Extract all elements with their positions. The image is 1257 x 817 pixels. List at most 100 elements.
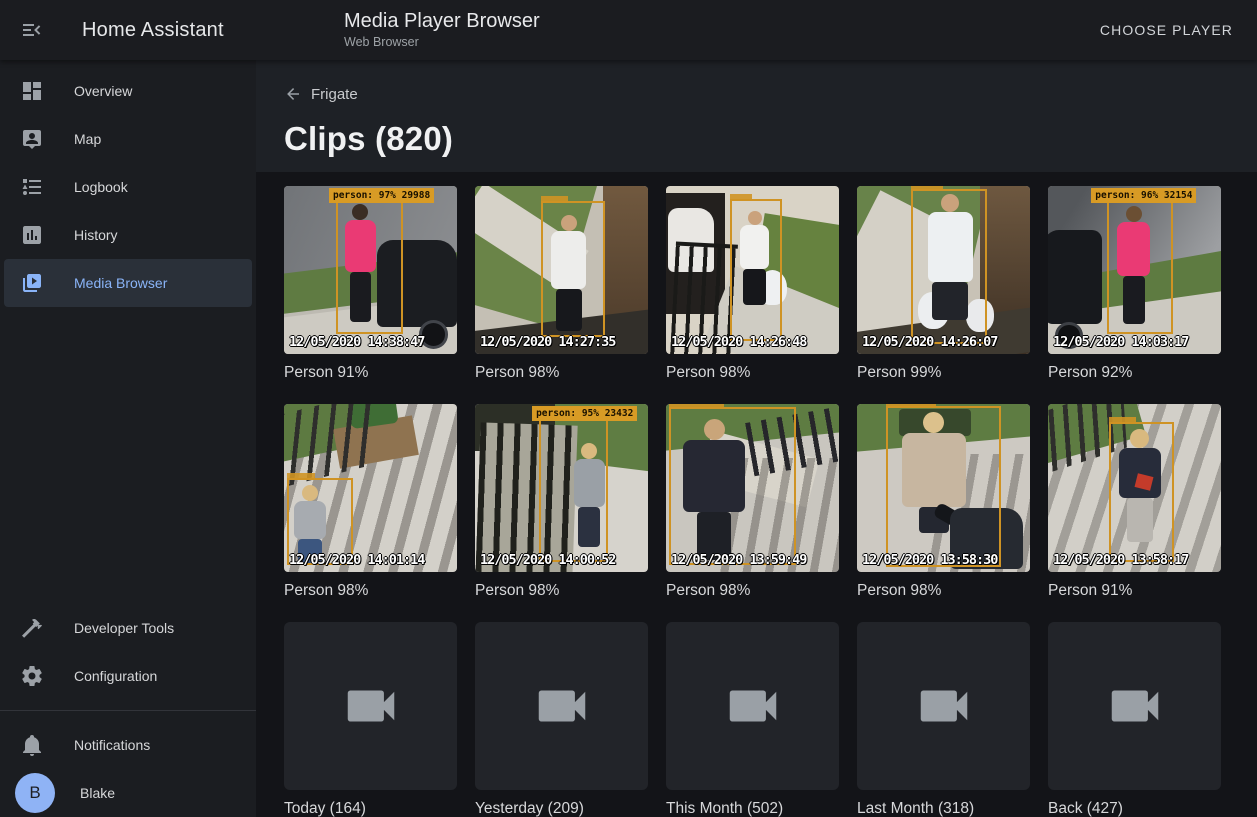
folder-tile [475, 622, 648, 790]
clip-card[interactable]: 12/05/2020 14:26:48 Person 98% [666, 186, 839, 382]
detection-label: person: 95% 23432 [532, 406, 637, 421]
clip-caption: Person 98% [475, 582, 648, 600]
clip-caption: Person 98% [666, 364, 839, 382]
detection-bounding-box [730, 199, 782, 340]
detection-bounding-box [886, 406, 1000, 567]
folder-card-today[interactable]: Today (164) [284, 622, 457, 817]
detection-bounding-box [669, 407, 795, 565]
folder-card-back[interactable]: Back (427) [1048, 622, 1221, 817]
clip-caption: Person 99% [857, 364, 1030, 382]
clip-timestamp: 12/05/2020 13:59:49 [671, 552, 806, 568]
detection-label: person: 96% 32154 [1091, 188, 1196, 203]
video-camera-icon [531, 675, 593, 737]
folder-label: This Month (502) [666, 800, 839, 817]
folder-tile [666, 622, 839, 790]
clip-thumbnail: 12/05/2020 13:58:17 [1048, 404, 1221, 572]
clip-card[interactable]: 12/05/2020 14:27:35 Person 98% [475, 186, 648, 382]
clip-card[interactable]: 12/05/2020 14:01:14 Person 98% [284, 404, 457, 600]
chart-box-icon [20, 223, 44, 247]
media-browser-panel: Frigate Clips (820) person: 97% 29988 12… [256, 60, 1257, 817]
clip-card[interactable]: 12/05/2020 13:59:49 Person 98% [666, 404, 839, 600]
sidebar-item-media-browser[interactable]: Media Browser [4, 259, 252, 307]
folder-card-yesterday[interactable]: Yesterday (209) [475, 622, 648, 817]
choose-player-button[interactable]: CHOOSE PLAYER [1092, 14, 1241, 46]
clip-caption: Person 91% [1048, 582, 1221, 600]
clip-card[interactable]: 12/05/2020 14:26:07 Person 99% [857, 186, 1030, 382]
clip-card[interactable]: person: 95% 23432 12/05/2020 14:00:52 Pe… [475, 404, 648, 600]
folder-label: Back (427) [1048, 800, 1221, 817]
folder-card-last-month[interactable]: Last Month (318) [857, 622, 1030, 817]
clip-thumbnail: person: 96% 32154 12/05/2020 14:03:17 [1048, 186, 1221, 354]
profile-name: Blake [80, 785, 115, 801]
clip-timestamp: 12/05/2020 14:26:48 [671, 334, 806, 350]
clip-thumbnail: 12/05/2020 13:59:49 [666, 404, 839, 572]
clip-thumbnail: 12/05/2020 13:58:30 [857, 404, 1030, 572]
sidebar-item-label: Developer Tools [74, 620, 174, 636]
sidebar-item-label: Media Browser [74, 275, 167, 291]
clip-caption: Person 98% [284, 582, 457, 600]
clip-card[interactable]: 12/05/2020 13:58:30 Person 98% [857, 404, 1030, 600]
menu-open-icon [20, 18, 44, 42]
detection-bounding-box [541, 201, 605, 337]
breadcrumb[interactable]: Frigate [284, 85, 358, 103]
folder-card-this-month[interactable]: This Month (502) [666, 622, 839, 817]
video-camera-icon [340, 675, 402, 737]
clip-card[interactable]: 12/05/2020 13:58:17 Person 91% [1048, 404, 1221, 600]
clip-thumbnail: person: 95% 23432 12/05/2020 14:00:52 [475, 404, 648, 572]
clip-thumbnail: 12/05/2020 14:26:48 [666, 186, 839, 354]
sidebar: Overview Map Logbook History Media Brows… [0, 60, 256, 817]
sidebar-item-profile[interactable]: B Blake [4, 769, 252, 817]
detection-bounding-box [539, 419, 608, 562]
clip-timestamp: 12/05/2020 14:01:14 [289, 552, 424, 568]
clip-caption: Person 92% [1048, 364, 1221, 382]
detection-bounding-box [911, 189, 987, 344]
view-dashboard-icon [20, 79, 44, 103]
gear-icon [20, 664, 44, 688]
clip-timestamp: 12/05/2020 14:00:52 [480, 552, 615, 568]
sidebar-item-history[interactable]: History [4, 211, 252, 259]
clip-card[interactable]: person: 96% 32154 12/05/2020 14:03:17 Pe… [1048, 186, 1221, 382]
clip-caption: Person 91% [284, 364, 457, 382]
sidebar-item-label: History [74, 227, 118, 243]
folder-label: Last Month (318) [857, 800, 1030, 817]
clip-timestamp: 12/05/2020 14:26:07 [862, 334, 997, 350]
avatar: B [15, 773, 55, 813]
sidebar-item-overview[interactable]: Overview [4, 67, 252, 115]
detection-bounding-box [1109, 422, 1175, 561]
app-title: Home Assistant [82, 19, 224, 42]
folder-label: Yesterday (209) [475, 800, 648, 817]
sidebar-item-logbook[interactable]: Logbook [4, 163, 252, 211]
sidebar-item-label: Notifications [74, 737, 150, 753]
detection-bounding-box [1107, 199, 1173, 333]
clip-timestamp: 12/05/2020 14:27:35 [480, 334, 615, 350]
sidebar-item-developer-tools[interactable]: Developer Tools [4, 604, 252, 652]
clip-thumbnail: 12/05/2020 14:01:14 [284, 404, 457, 572]
sidebar-item-label: Logbook [74, 179, 128, 195]
clip-timestamp: 12/05/2020 13:58:30 [862, 552, 997, 568]
panel-header: Media Player Browser Web Browser [344, 9, 540, 49]
clip-caption: Person 98% [666, 582, 839, 600]
sidebar-divider [0, 710, 256, 711]
clip-caption: Person 98% [857, 582, 1030, 600]
clip-card[interactable]: person: 97% 29988 12/05/2020 14:38:47 Pe… [284, 186, 457, 382]
hammer-icon [20, 616, 44, 640]
clip-thumbnail: 12/05/2020 14:27:35 [475, 186, 648, 354]
sidebar-toggle-button[interactable] [8, 6, 56, 54]
account-location-icon [20, 127, 44, 151]
sidebar-item-configuration[interactable]: Configuration [4, 652, 252, 700]
folder-tile [284, 622, 457, 790]
sidebar-item-label: Map [74, 131, 101, 147]
sidebar-item-map[interactable]: Map [4, 115, 252, 163]
sidebar-item-label: Overview [74, 83, 132, 99]
folder-tile [1048, 622, 1221, 790]
detection-bounding-box [336, 198, 403, 334]
bell-icon [20, 733, 44, 757]
clip-thumbnail: 12/05/2020 14:26:07 [857, 186, 1030, 354]
video-camera-icon [1104, 675, 1166, 737]
app-top-bar: Home Assistant Media Player Browser Web … [0, 0, 1257, 60]
video-camera-icon [722, 675, 784, 737]
sidebar-item-notifications[interactable]: Notifications [4, 721, 252, 769]
folder-tile [857, 622, 1030, 790]
folder-label: Today (164) [284, 800, 457, 817]
arrow-left-icon [284, 85, 302, 103]
